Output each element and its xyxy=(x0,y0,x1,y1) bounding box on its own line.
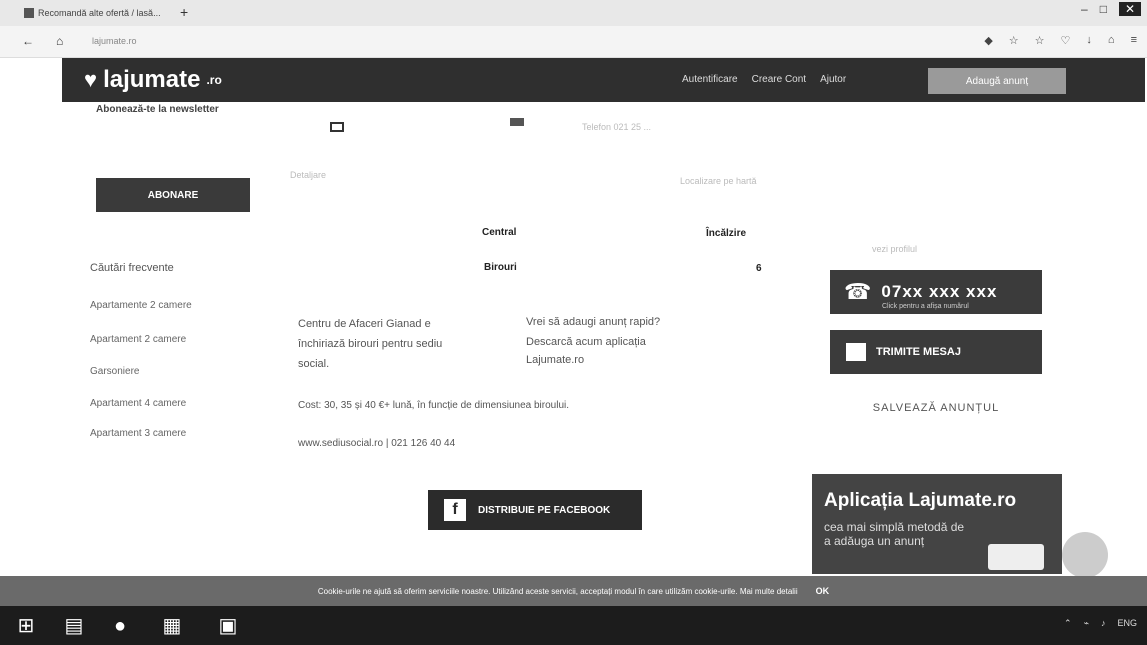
windows-start-icon[interactable]: ⊞ xyxy=(14,614,38,638)
sidebar-item[interactable]: Garsoniere xyxy=(90,366,139,377)
url-field[interactable]: lajumate.ro xyxy=(92,36,137,46)
sidebar-item[interactable]: Apartament 2 camere xyxy=(90,334,186,345)
app-promo-line: Vrei să adaugi anunț rapid? xyxy=(526,316,661,328)
seller-profile-link[interactable]: vezi profilul xyxy=(872,244,917,254)
app-promo-line: Descarcă acum aplicația xyxy=(526,336,646,348)
phone-faint: Telefon 021 25 ... xyxy=(582,122,652,132)
phone-hint: Click pentru a afișa numărul xyxy=(882,303,969,310)
reading-list-icon[interactable]: ☆ xyxy=(1035,34,1045,47)
network-icon[interactable]: ⌁ xyxy=(1084,618,1089,629)
address-bar: ← ⌂ lajumate.ro ◆ ☆ ☆ ♡ ↓ ⌂ ≡ xyxy=(0,26,1147,58)
cookie-text: Cookie-urile ne ajută să oferim servicii… xyxy=(317,586,798,596)
firefox-icon[interactable]: ● xyxy=(108,614,132,638)
minimize-button[interactable]: – xyxy=(1081,2,1088,16)
site-header: ♥ lajumate .ro Autentificare Creare Cont … xyxy=(62,58,1145,102)
favicon-icon xyxy=(24,8,34,18)
newsletter-heading: Abonează-te la newsletter xyxy=(96,104,219,115)
attr-heating: Încălzire xyxy=(706,228,747,239)
os-taskbar: ⊞ ▤ ● ▦ ▣ ⌃ ⌁ ♪ ENG xyxy=(0,606,1147,645)
details-faint: Detaljare xyxy=(290,170,327,180)
header-nav: Autentificare Creare Cont Ajutor xyxy=(682,74,846,85)
new-tab-button[interactable]: + xyxy=(180,4,188,20)
image-viewer-icon[interactable]: ▣ xyxy=(216,614,240,638)
browser-tab[interactable]: Recomandă alte ofertă / lasă... xyxy=(24,3,174,23)
site-logo[interactable]: ♥ lajumate .ro xyxy=(84,66,222,94)
message-icon xyxy=(846,343,866,361)
sidebar-heading: Căutări frecvente xyxy=(90,262,174,274)
file-explorer-icon[interactable]: ▤ xyxy=(62,614,86,638)
attr-central: Central xyxy=(482,227,517,238)
back-icon[interactable]: ← xyxy=(22,34,34,48)
show-phone-button[interactable]: ☎ 07xx xxx xxx Click pentru a afișa numă… xyxy=(830,270,1042,314)
map-faint: Localizare pe hartă xyxy=(680,176,757,186)
add-listing-button[interactable]: Adaugă anunț xyxy=(928,68,1066,94)
extensions-toolbar: ◆ ☆ ☆ ♡ ↓ ⌂ ≡ xyxy=(984,34,1137,47)
sidebar-item[interactable]: Apartament 3 camere xyxy=(90,428,186,439)
attr-offices: Birouri xyxy=(484,262,517,273)
save-listing-link[interactable]: SALVEAZĂ ANUNȚUL xyxy=(830,402,1042,414)
phone-icon: ☎ xyxy=(844,279,872,304)
cookie-banner: Cookie-urile ne ajută să oferim servicii… xyxy=(0,576,1147,606)
window-controls: – □ ✕ xyxy=(1081,2,1141,16)
download-icon[interactable]: ↓ xyxy=(1086,34,1092,47)
attr-offices-value: 6 xyxy=(756,263,762,274)
volume-icon[interactable]: ♪ xyxy=(1101,618,1106,629)
sidebar-item[interactable]: Apartamente 2 camere xyxy=(90,300,192,311)
app-icon[interactable]: ▦ xyxy=(160,614,184,638)
email-icon xyxy=(330,122,344,132)
tab-title: Recomandă alte ofertă / lasă... xyxy=(38,8,161,18)
phone-small-icon xyxy=(510,118,524,126)
app-promo-line: Lajumate.ro xyxy=(526,354,585,366)
description-line: social. xyxy=(298,358,330,370)
send-message-button[interactable]: TRIMITE MESAJ xyxy=(830,330,1042,374)
shield-icon[interactable]: ◆ xyxy=(984,34,992,47)
language-indicator[interactable]: ENG xyxy=(1117,618,1137,629)
contact-text: www.sediusocial.ro | 021 126 40 44 xyxy=(298,438,456,449)
system-tray: ⌃ ⌁ ♪ ENG xyxy=(1064,618,1137,629)
subscribe-button[interactable]: ABONARE xyxy=(96,178,250,212)
home-toolbar-icon[interactable]: ⌂ xyxy=(1108,34,1115,47)
phone-number: 07xx xxx xxx xyxy=(881,282,998,301)
cookie-ok-button[interactable]: OK xyxy=(816,586,830,596)
share-facebook-button[interactable]: f DISTRIBUIE PE FACEBOOK xyxy=(428,490,642,530)
description-line: Centru de Afaceri Gianad e xyxy=(298,318,431,330)
app-banner-title: Aplicația Lajumate.ro xyxy=(824,490,1017,511)
heart-logo-icon: ♥ xyxy=(84,67,98,92)
nav-login[interactable]: Autentificare xyxy=(682,74,738,85)
device-illustration xyxy=(988,544,1044,570)
pocket-icon[interactable]: ♡ xyxy=(1061,34,1071,47)
description-line: închiriază birouri pentru sediu xyxy=(298,338,443,350)
sidebar-item[interactable]: Apartament 4 camere xyxy=(90,398,186,409)
nav-register[interactable]: Creare Cont xyxy=(752,74,806,85)
browser-tab-bar: Recomandă alte ofertă / lasă... + – □ ✕ xyxy=(0,0,1147,26)
cost-text: Cost: 30, 35 și 40 €+ lună, în funcție d… xyxy=(298,400,570,411)
close-button[interactable]: ✕ xyxy=(1118,2,1141,16)
menu-icon[interactable]: ≡ xyxy=(1131,34,1137,47)
app-banner-subtitle: cea mai simplă metodă de a adăuga un anu… xyxy=(824,520,965,549)
tray-up-icon[interactable]: ⌃ xyxy=(1064,618,1072,629)
nav-help[interactable]: Ajutor xyxy=(820,74,846,85)
home-icon[interactable]: ⌂ xyxy=(56,34,63,48)
chat-bubble-icon[interactable] xyxy=(1062,532,1108,578)
app-banner[interactable]: Aplicația Lajumate.ro cea mai simplă met… xyxy=(812,474,1062,574)
facebook-icon: f xyxy=(444,499,466,521)
maximize-button[interactable]: □ xyxy=(1100,2,1107,16)
star-icon[interactable]: ☆ xyxy=(1009,34,1019,47)
